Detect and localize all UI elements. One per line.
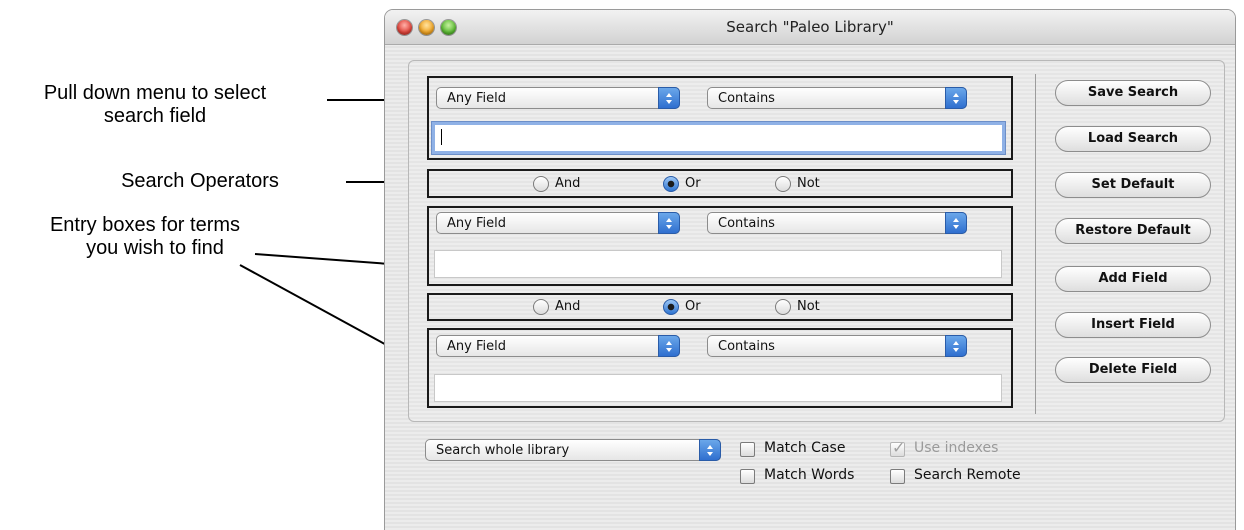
title-bar[interactable]: Search "Paleo Library" bbox=[385, 10, 1235, 45]
popup-arrows-icon bbox=[945, 335, 967, 357]
popup-arrows-icon bbox=[699, 439, 721, 461]
save-search-button[interactable]: Save Search bbox=[1055, 80, 1211, 106]
checkmark-icon: ✓ bbox=[892, 440, 906, 457]
radio-or-label: Or bbox=[685, 299, 701, 314]
match-words-label: Match Words bbox=[764, 467, 855, 483]
search-term-input-1[interactable] bbox=[432, 122, 1005, 154]
operator-popup-3[interactable]: Contains bbox=[707, 335, 967, 357]
operator-popup-2[interactable]: Contains bbox=[707, 212, 967, 234]
popup-arrows-icon bbox=[658, 87, 680, 109]
vertical-divider bbox=[1035, 74, 1036, 414]
insert-field-button[interactable]: Insert Field bbox=[1055, 312, 1211, 338]
criteria-row-3: Any Field Contains bbox=[427, 328, 1013, 408]
text-caret bbox=[441, 129, 442, 145]
popup-arrows-icon bbox=[945, 212, 967, 234]
radio-and-1[interactable] bbox=[533, 176, 549, 192]
operator-popup-label: Contains bbox=[718, 216, 775, 231]
field-popup-label: Any Field bbox=[447, 339, 506, 354]
radio-and-label: And bbox=[555, 299, 581, 314]
criteria-row-2: Any Field Contains bbox=[427, 206, 1013, 286]
search-term-input-2[interactable] bbox=[434, 250, 1002, 278]
radio-and-label: And bbox=[555, 176, 581, 191]
add-field-button[interactable]: Add Field bbox=[1055, 266, 1211, 292]
search-term-input-3[interactable] bbox=[434, 374, 1002, 402]
radio-not-label: Not bbox=[797, 176, 820, 191]
restore-default-button[interactable]: Restore Default bbox=[1055, 218, 1211, 244]
delete-field-button[interactable]: Delete Field bbox=[1055, 357, 1211, 383]
radio-or-2[interactable] bbox=[663, 299, 679, 315]
field-popup-3[interactable]: Any Field bbox=[436, 335, 680, 357]
load-search-button[interactable]: Load Search bbox=[1055, 126, 1211, 152]
radio-or-1[interactable] bbox=[663, 176, 679, 192]
popup-arrows-icon bbox=[945, 87, 967, 109]
match-case-checkbox[interactable] bbox=[740, 442, 755, 457]
field-popup-label: Any Field bbox=[447, 91, 506, 106]
radio-not-2[interactable] bbox=[775, 299, 791, 315]
radio-or-label: Or bbox=[685, 176, 701, 191]
radio-and-2[interactable] bbox=[533, 299, 549, 315]
operator-row-1: And Or Not bbox=[427, 169, 1013, 198]
popup-arrows-icon bbox=[658, 335, 680, 357]
operator-popup-1[interactable]: Contains bbox=[707, 87, 967, 109]
set-default-button[interactable]: Set Default bbox=[1055, 172, 1211, 198]
operator-popup-label: Contains bbox=[718, 339, 775, 354]
search-remote-label: Search Remote bbox=[914, 467, 1021, 483]
radio-not-label: Not bbox=[797, 299, 820, 314]
window-title: Search "Paleo Library" bbox=[726, 18, 894, 36]
field-popup-label: Any Field bbox=[447, 216, 506, 231]
search-scope-label: Search whole library bbox=[436, 443, 570, 458]
criteria-row-1: Any Field Contains bbox=[427, 76, 1013, 160]
search-window: Search "Paleo Library" Any Field Contain… bbox=[385, 10, 1235, 530]
use-indexes-checkbox: ✓ bbox=[890, 440, 905, 457]
field-popup-1[interactable]: Any Field bbox=[436, 87, 680, 109]
match-case-label: Match Case bbox=[764, 440, 846, 456]
search-remote-checkbox[interactable] bbox=[890, 469, 905, 484]
operator-row-2: And Or Not bbox=[427, 293, 1013, 321]
operator-popup-label: Contains bbox=[718, 91, 775, 106]
radio-not-1[interactable] bbox=[775, 176, 791, 192]
popup-arrows-icon bbox=[658, 212, 680, 234]
search-scope-popup[interactable]: Search whole library bbox=[425, 439, 721, 461]
match-words-checkbox[interactable] bbox=[740, 469, 755, 484]
field-popup-2[interactable]: Any Field bbox=[436, 212, 680, 234]
use-indexes-label: Use indexes bbox=[914, 440, 999, 456]
